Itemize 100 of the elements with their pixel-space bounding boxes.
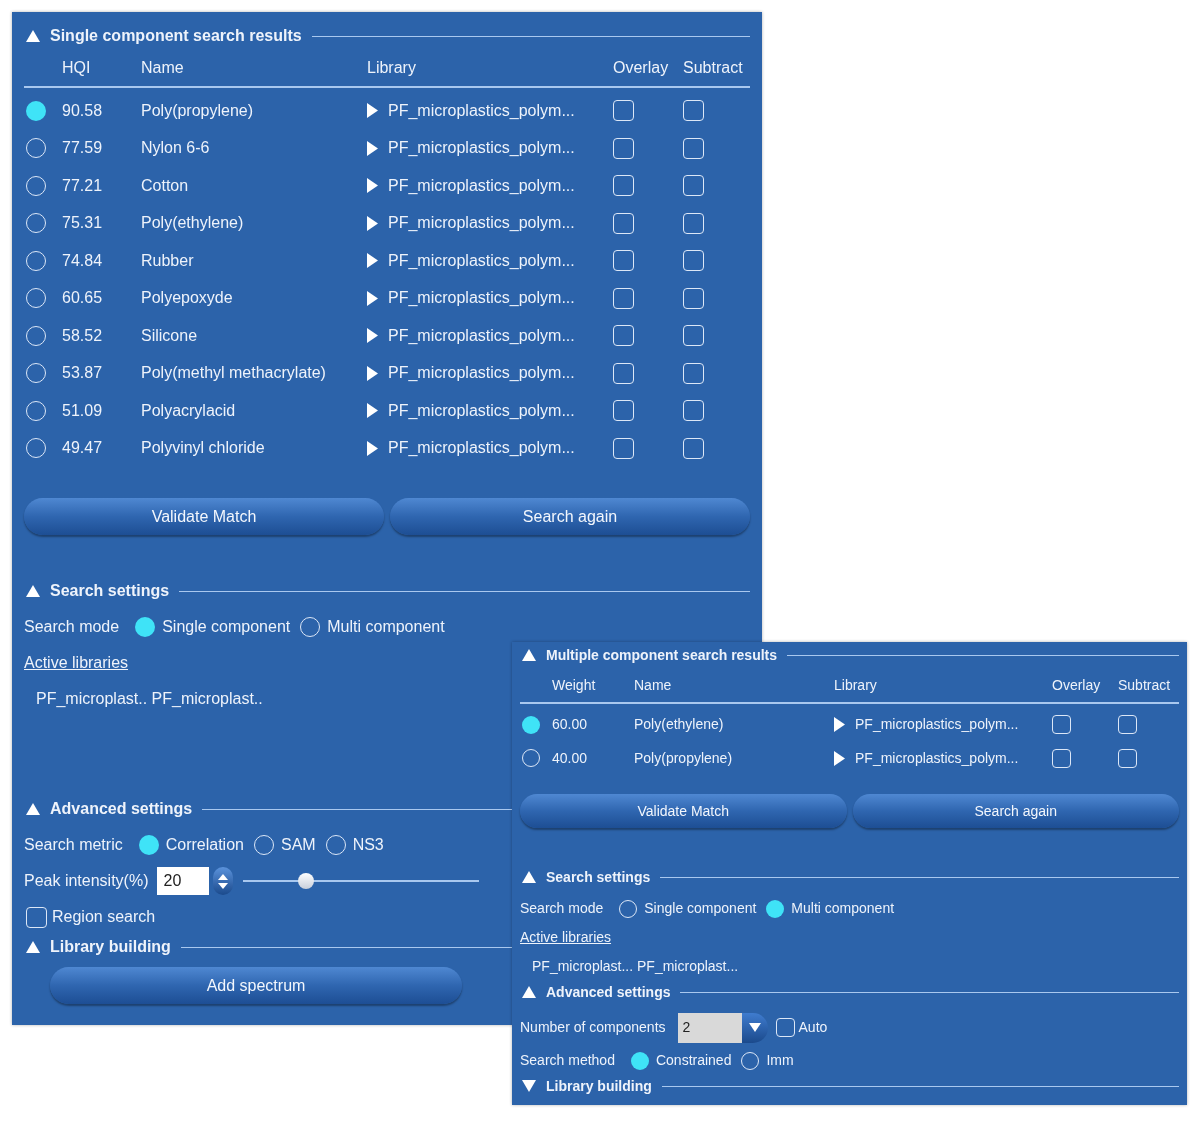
expand-arrow-icon[interactable] — [367, 215, 378, 231]
field-label: Peak intensity(%) — [24, 871, 149, 891]
radio-label: NS3 — [352, 835, 384, 855]
score-cell-text: 74.84 — [62, 250, 104, 271]
checkbox[interactable] — [683, 287, 704, 309]
radio-label: Multi component — [327, 617, 445, 637]
section-header[interactable]: Library building — [520, 1075, 652, 1097]
checkbox[interactable] — [1052, 748, 1071, 768]
expand-arrow-icon[interactable] — [367, 290, 378, 306]
score-cell-text: 60.00 — [552, 715, 589, 735]
checkbox[interactable] — [683, 250, 704, 272]
action-button[interactable]: Validate Match — [24, 498, 384, 535]
active-libraries-link[interactable]: Active libraries — [24, 651, 129, 675]
checkbox[interactable] — [1118, 748, 1137, 768]
checkbox[interactable] — [613, 325, 634, 347]
spinner-arrows[interactable] — [212, 867, 233, 895]
section-header[interactable]: Library building — [24, 935, 171, 959]
slider-track[interactable] — [242, 873, 479, 889]
column-header[interactable]: Name — [141, 56, 367, 80]
section-header[interactable]: Advanced settings — [520, 981, 671, 1003]
radio-label: Correlation — [165, 835, 244, 855]
up-triangle-icon — [522, 986, 536, 998]
column-header[interactable]: HQI — [62, 56, 141, 80]
up-triangle-icon — [26, 803, 40, 815]
checkbox[interactable] — [26, 906, 47, 928]
checkbox[interactable] — [683, 137, 704, 159]
library-cell-text: PF_microplastics_polym... — [388, 138, 575, 159]
radio-label: Single component — [644, 899, 757, 918]
radio-button[interactable] — [26, 100, 46, 121]
name-cell-text: Poly(ethylene) — [141, 213, 245, 234]
checkbox[interactable] — [613, 175, 634, 197]
section-header[interactable]: Multiple component search results — [520, 644, 778, 666]
column-header[interactable]: Weight — [552, 674, 634, 696]
column-header[interactable]: Name — [634, 674, 834, 696]
name-cell-text: Cotton — [141, 175, 190, 196]
expand-arrow-icon[interactable] — [367, 178, 378, 194]
expand-arrow-icon[interactable] — [367, 253, 378, 269]
section-header[interactable]: Search settings — [24, 579, 170, 603]
expand-arrow-icon[interactable] — [367, 103, 378, 119]
action-button[interactable]: Add spectrum — [50, 967, 462, 1004]
checkbox[interactable] — [613, 287, 634, 309]
expand-arrow-icon[interactable] — [367, 140, 378, 156]
radio-button[interactable] — [138, 835, 159, 855]
dropdown[interactable]: 2 — [677, 1012, 768, 1043]
radio-button[interactable] — [630, 1051, 649, 1070]
checkbox[interactable] — [683, 212, 704, 234]
checkbox[interactable] — [613, 212, 634, 234]
action-button[interactable]: Search again — [852, 794, 1179, 828]
library-cell-text: PF_microplastics_polym... — [388, 100, 575, 121]
column-header[interactable]: Library — [367, 56, 613, 80]
slider-thumb[interactable] — [297, 873, 314, 889]
expand-arrow-icon[interactable] — [834, 750, 845, 766]
number-field[interactable]: 20 — [156, 867, 209, 895]
checkbox[interactable] — [1052, 715, 1071, 735]
section-header[interactable]: Advanced settings — [24, 797, 193, 821]
library-cell-text: PF_microplastics_polym... — [388, 400, 575, 421]
checkbox[interactable] — [613, 100, 634, 122]
checkbox[interactable] — [613, 362, 634, 384]
expand-arrow-icon[interactable] — [367, 440, 378, 456]
column-header[interactable]: Subtract — [683, 56, 743, 80]
expand-arrow-icon[interactable] — [367, 403, 378, 419]
library-cell-text: PF_microplastics_polym... — [388, 250, 575, 271]
radio-button[interactable] — [522, 715, 540, 734]
checkbox[interactable] — [1118, 715, 1137, 735]
column-header[interactable]: Subtract — [1118, 674, 1178, 696]
column-header[interactable]: Library — [834, 674, 1052, 696]
up-triangle-icon — [26, 30, 40, 42]
checkbox[interactable] — [683, 175, 704, 197]
radio-button[interactable] — [766, 899, 785, 918]
up-triangle-icon — [522, 871, 536, 883]
checkbox[interactable] — [683, 400, 704, 422]
column-header[interactable]: Overlay — [613, 56, 683, 80]
expand-arrow-icon[interactable] — [367, 365, 378, 381]
library-list-text: PF_microplast... PF_microplast... — [532, 957, 739, 976]
library-cell-text: PF_microplastics_polym... — [855, 715, 1019, 735]
section-header[interactable]: Search settings — [520, 866, 651, 888]
expand-arrow-icon[interactable] — [367, 328, 378, 344]
column-header[interactable]: Overlay — [1052, 674, 1118, 696]
checkbox[interactable] — [613, 437, 634, 459]
checkbox[interactable] — [683, 325, 704, 347]
section-header[interactable]: Single component search results — [24, 24, 302, 48]
checkbox[interactable] — [683, 100, 704, 122]
score-cell-text: 77.59 — [62, 138, 104, 159]
checkbox[interactable] — [683, 362, 704, 384]
radio-label: Imm — [766, 1051, 794, 1070]
library-cell-text: PF_microplastics_polym... — [388, 363, 575, 384]
name-cell-text: Polyvinyl chloride — [141, 438, 266, 459]
up-triangle-icon — [26, 585, 40, 597]
library-cell-text: PF_microplastics_polym... — [388, 175, 575, 196]
checkbox[interactable] — [775, 1018, 795, 1037]
action-button[interactable]: Search again — [390, 498, 750, 535]
checkbox[interactable] — [613, 137, 634, 159]
name-cell-text: Polyepoxyde — [141, 288, 234, 309]
expand-arrow-icon[interactable] — [834, 717, 845, 733]
checkbox[interactable] — [683, 437, 704, 459]
action-button[interactable]: Validate Match — [520, 794, 847, 828]
radio-button[interactable] — [135, 617, 156, 637]
active-libraries-link[interactable]: Active libraries — [520, 927, 612, 948]
checkbox[interactable] — [613, 400, 634, 422]
checkbox[interactable] — [613, 250, 634, 272]
